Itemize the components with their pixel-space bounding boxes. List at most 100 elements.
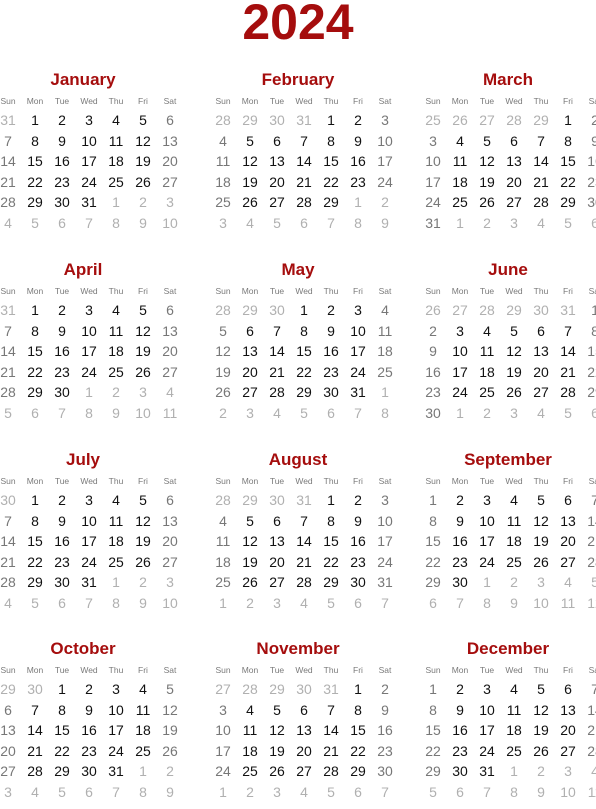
day-cell: 18 (130, 722, 157, 738)
day-cell: 1 (22, 492, 49, 508)
day-cell: 5 (157, 681, 184, 697)
day-cell: 9 (447, 513, 474, 529)
weekday-header: Fri (345, 96, 372, 106)
day-cell: 3 (103, 681, 130, 697)
day-cell: 12 (528, 702, 555, 718)
day-cell-outside: 4 (237, 215, 264, 231)
day-cell: 13 (291, 722, 318, 738)
weekday-header: Tue (264, 286, 291, 296)
day-cell: 22 (22, 174, 49, 190)
month-april: AprilSunMonTueWedThuFriSat31123456789101… (0, 260, 178, 430)
day-cell: 7 (0, 513, 22, 529)
day-cell-outside: 9 (130, 595, 157, 611)
day-cell: 7 (582, 492, 596, 508)
day-cell: 11 (130, 702, 157, 718)
day-cell: 5 (237, 513, 264, 529)
day-cell: 22 (318, 174, 345, 190)
weekday-header: Sat (372, 286, 399, 296)
month-title: June (413, 260, 596, 280)
day-cell: 8 (345, 702, 372, 718)
day-cell: 22 (420, 554, 447, 570)
day-cell: 29 (420, 574, 447, 590)
weekday-header: Sat (372, 665, 399, 675)
day-cell: 15 (291, 343, 318, 359)
day-cell: 1 (420, 681, 447, 697)
day-cell: 7 (0, 323, 22, 339)
day-cell-outside: 3 (157, 574, 184, 590)
day-cell-outside: 7 (447, 595, 474, 611)
weekday-header: Fri (555, 476, 582, 486)
weekday-header: Sun (210, 286, 237, 296)
day-cell: 8 (420, 513, 447, 529)
day-cell: 27 (555, 743, 582, 759)
month-title: February (203, 70, 393, 90)
month-may: MaySunMonTueWedThuFriSat2829301234567891… (203, 260, 393, 430)
day-cell: 1 (318, 492, 345, 508)
day-cell-outside: 3 (264, 784, 291, 800)
weekday-header: Sun (420, 665, 447, 675)
weekday-header: Mon (447, 286, 474, 296)
day-cell: 4 (210, 133, 237, 149)
day-cell-outside: 28 (474, 302, 501, 318)
day-cell-outside: 8 (103, 595, 130, 611)
day-cell: 4 (447, 133, 474, 149)
day-cell-outside: 2 (130, 574, 157, 590)
day-cell: 29 (22, 384, 49, 400)
day-cell: 4 (474, 323, 501, 339)
day-cell: 26 (130, 364, 157, 380)
day-cell-outside: 1 (447, 215, 474, 231)
day-cell: 26 (210, 384, 237, 400)
weekday-header: Mon (447, 665, 474, 675)
day-cell: 7 (528, 133, 555, 149)
day-cell-outside: 8 (345, 215, 372, 231)
day-cell-outside: 30 (22, 681, 49, 697)
weekday-header: Thu (318, 665, 345, 675)
weekday-header: Thu (318, 286, 345, 296)
day-cell: 27 (528, 384, 555, 400)
day-cell: 28 (0, 194, 22, 210)
day-cell: 6 (555, 681, 582, 697)
day-cell: 9 (49, 323, 76, 339)
day-cell: 27 (501, 194, 528, 210)
day-cell: 17 (474, 533, 501, 549)
day-cell: 11 (501, 513, 528, 529)
day-cell: 1 (420, 492, 447, 508)
day-cell: 1 (49, 681, 76, 697)
day-cell: 20 (555, 533, 582, 549)
day-cell-outside: 7 (372, 784, 399, 800)
weekday-header: Wed (291, 286, 318, 296)
day-cell-outside: 9 (130, 215, 157, 231)
day-cell: 22 (22, 364, 49, 380)
day-cell: 12 (130, 133, 157, 149)
day-cell: 17 (103, 722, 130, 738)
weekday-header: Mon (22, 96, 49, 106)
day-cell-outside: 10 (130, 405, 157, 421)
month-october: OctoberSunMonTueWedThuFriSat293012345678… (0, 639, 178, 809)
day-cell: 3 (474, 492, 501, 508)
weekday-header: Wed (76, 665, 103, 675)
day-cell-outside: 3 (0, 784, 22, 800)
day-cell: 28 (555, 384, 582, 400)
day-cell: 19 (237, 554, 264, 570)
day-cell-outside: 30 (264, 302, 291, 318)
day-cell: 24 (76, 364, 103, 380)
day-cell: 13 (555, 702, 582, 718)
day-cell: 6 (157, 112, 184, 128)
day-cell-outside: 29 (237, 112, 264, 128)
day-cell: 23 (372, 743, 399, 759)
day-cell-outside: 3 (555, 763, 582, 779)
day-cell: 15 (22, 343, 49, 359)
day-cell-outside: 4 (291, 595, 318, 611)
weekday-header: Tue (474, 96, 501, 106)
day-cell: 12 (130, 323, 157, 339)
weekday-header: Tue (264, 476, 291, 486)
day-cell: 29 (22, 574, 49, 590)
day-cell: 20 (0, 743, 22, 759)
day-cell: 31 (103, 763, 130, 779)
day-cell: 13 (264, 533, 291, 549)
day-cell: 9 (420, 343, 447, 359)
day-cell-outside: 1 (474, 574, 501, 590)
day-cell: 19 (528, 722, 555, 738)
day-cell: 14 (528, 153, 555, 169)
day-cell: 10 (345, 323, 372, 339)
